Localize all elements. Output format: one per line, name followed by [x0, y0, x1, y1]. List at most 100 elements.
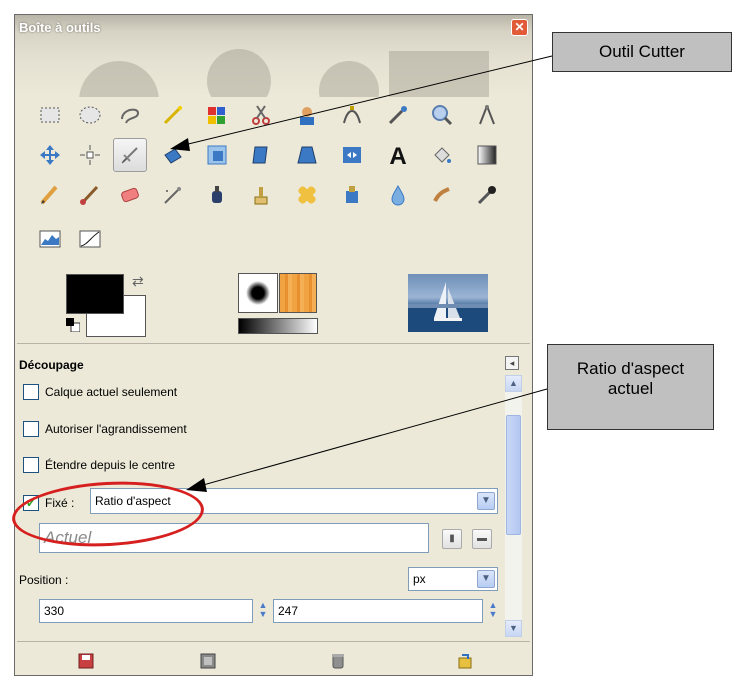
color-picker-tool-button[interactable] [381, 98, 415, 132]
restore-options-icon[interactable] [199, 652, 217, 670]
landscape-button[interactable]: ▬ [472, 529, 492, 549]
aspect-callout-line2: actuel [607, 379, 654, 398]
delete-options-icon[interactable] [329, 652, 347, 670]
scroll-up-button[interactable]: ▲ [505, 375, 522, 392]
zoom-tool-icon [432, 105, 453, 126]
scissors-tool-button[interactable] [244, 98, 278, 132]
heal-tool-icon [298, 186, 316, 204]
aspect-ratio-callout: Ratio d'aspect actuel [547, 344, 714, 430]
eraser-tool-button[interactable] [113, 178, 147, 212]
crop-tool-button[interactable] [113, 138, 147, 172]
smudge-tool-button[interactable] [425, 178, 459, 212]
levels-tool-button[interactable] [33, 222, 67, 256]
cutter-tool-callout: Outil Cutter [552, 32, 732, 72]
flip-tool-button[interactable] [335, 138, 369, 172]
dodge-burn-tool-icon [477, 186, 496, 205]
rect-select-tool-button[interactable] [33, 98, 67, 132]
select-by-color-tool-icon [208, 107, 225, 124]
ellipse-select-tool-button[interactable] [73, 98, 107, 132]
foreground-select-tool-button[interactable] [290, 98, 324, 132]
crop-tool-icon [121, 147, 138, 164]
scale-tool-icon [207, 145, 227, 165]
position-y-input[interactable]: 247 [273, 599, 483, 623]
zoom-tool-button[interactable] [425, 98, 459, 132]
paths-tool-icon [343, 106, 361, 124]
measure-tool-button[interactable] [470, 98, 504, 132]
position-x-spinner[interactable]: ▲ ▼ [256, 601, 270, 621]
pencil-tool-button[interactable] [33, 178, 67, 212]
reset-options-icon[interactable] [456, 652, 474, 670]
sailboat-image [408, 282, 488, 332]
ink-tool-icon [212, 186, 222, 203]
airbrush-tool-button[interactable] [156, 178, 190, 212]
perspective-tool-icon [297, 146, 317, 164]
scissors-tool-icon [252, 105, 270, 125]
free-select-tool-icon [121, 108, 140, 124]
blend-tool-icon [477, 145, 497, 165]
allow-growing-option[interactable]: Autoriser l'agrandissement [23, 421, 187, 437]
foreground-color-swatch[interactable] [66, 274, 124, 314]
current-layer-only-checkbox[interactable] [23, 384, 39, 400]
gradient-preview[interactable] [238, 318, 318, 334]
toolbox-window: Boîte à outils ✕ A ⇄ Découpage ◂ Calque … [14, 14, 533, 676]
shear-tool-button[interactable] [244, 138, 278, 172]
clone-tool-button[interactable] [244, 178, 278, 212]
levels-tool-icon [39, 230, 61, 248]
rotate-tool-button[interactable] [156, 138, 190, 172]
active-image-thumbnail[interactable] [408, 274, 488, 332]
paintbrush-tool-button[interactable] [73, 178, 107, 212]
perspective-tool-button[interactable] [290, 138, 324, 172]
blend-tool-button[interactable] [470, 138, 504, 172]
align-tool-button[interactable] [73, 138, 107, 172]
fuzzy-select-tool-button[interactable] [156, 98, 190, 132]
blur-tool-icon [391, 184, 405, 206]
brush-preview[interactable] [238, 273, 278, 313]
fixed-mode-dropdown-arrow[interactable]: ▼ [477, 492, 495, 510]
dodge-burn-tool-button[interactable] [470, 178, 504, 212]
position-label: Position : [19, 573, 69, 587]
scroll-thumb[interactable] [506, 415, 521, 535]
heal-tool-button[interactable] [290, 178, 324, 212]
current-layer-only-option[interactable]: Calque actuel seulement [23, 384, 177, 400]
swap-colors-icon[interactable]: ⇄ [132, 273, 144, 290]
title-bar[interactable]: Boîte à outils ✕ [15, 15, 532, 97]
shear-tool-icon [252, 146, 268, 164]
panel-menu-button[interactable]: ◂ [505, 356, 519, 370]
bucket-fill-tool-button[interactable] [425, 138, 459, 172]
tool-options-title: Découpage [19, 358, 84, 372]
cutter-callout-text: Outil Cutter [599, 42, 685, 61]
fuzzy-select-tool-icon [163, 106, 182, 125]
position-y-spinner[interactable]: ▲ ▼ [486, 601, 500, 621]
expand-from-center-checkbox[interactable] [23, 457, 39, 473]
pattern-preview[interactable] [279, 273, 317, 313]
scroll-down-button[interactable]: ▼ [505, 620, 522, 637]
clone-tool-icon [254, 187, 268, 205]
move-tool-button[interactable] [33, 138, 67, 172]
paths-tool-button[interactable] [335, 98, 369, 132]
perspective-clone-tool-button[interactable] [335, 178, 369, 212]
expand-from-center-option[interactable]: Étendre depuis le centre [23, 457, 175, 473]
pencil-tool-icon [40, 185, 58, 205]
text-tool-button[interactable]: A [381, 138, 415, 172]
text-tool-icon: A [389, 143, 406, 167]
ink-tool-button[interactable] [200, 178, 234, 212]
select-by-color-tool-button[interactable] [200, 98, 234, 132]
position-x-input[interactable]: 330 [39, 599, 253, 623]
default-colors-icon[interactable] [66, 318, 80, 332]
curves-tool-button[interactable] [73, 222, 107, 256]
free-select-tool-button[interactable] [113, 98, 147, 132]
portrait-button[interactable]: ▮ [442, 529, 462, 549]
allow-growing-label: Autoriser l'agrandissement [45, 422, 187, 436]
unit-value: px [413, 572, 426, 586]
foreground-select-tool-icon [300, 107, 314, 125]
save-options-icon[interactable] [77, 652, 95, 670]
options-scrollbar[interactable]: ▲ ▼ [505, 375, 522, 637]
airbrush-tool-icon [164, 187, 181, 204]
eraser-tool-icon [121, 187, 139, 203]
blur-tool-button[interactable] [381, 178, 415, 212]
unit-dropdown-arrow[interactable]: ▼ [477, 570, 495, 588]
scale-tool-button[interactable] [200, 138, 234, 172]
allow-growing-checkbox[interactable] [23, 421, 39, 437]
aspect-callout-line1: Ratio d'aspect [576, 359, 685, 378]
close-button[interactable]: ✕ [511, 19, 528, 36]
